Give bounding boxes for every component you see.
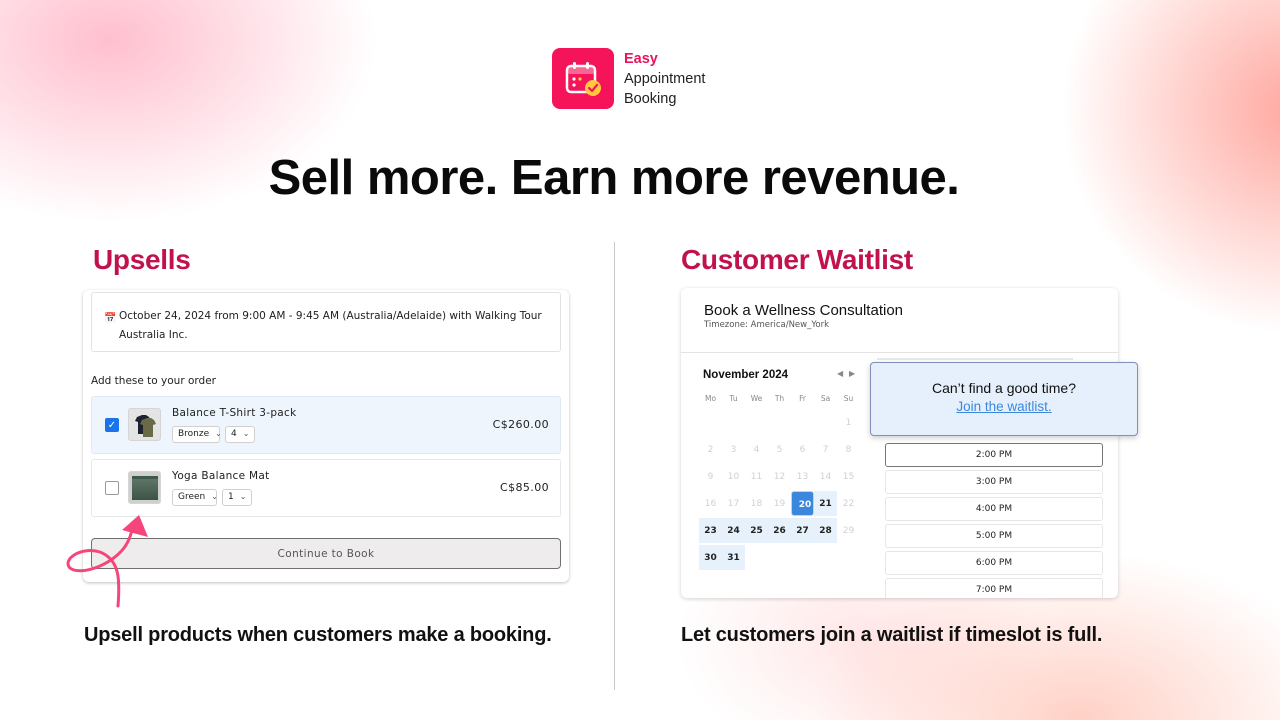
join-waitlist-link[interactable]: Join the waitlist. bbox=[956, 399, 1051, 414]
calendar-day[interactable]: 30 bbox=[699, 545, 722, 570]
calendar-day: 1 bbox=[845, 417, 852, 428]
timezone-label: Timezone: America/New_York bbox=[704, 320, 830, 330]
calendar-day: 9 bbox=[707, 471, 714, 482]
weekday-label: Tu bbox=[729, 394, 738, 403]
time-slot[interactable]: 5:00 PM bbox=[885, 524, 1103, 548]
calendar-day: 7 bbox=[822, 444, 829, 455]
continue-to-book-button[interactable]: Continue to Book bbox=[91, 538, 561, 569]
chevron-down-icon: ⌄ bbox=[242, 429, 250, 438]
quantity-select[interactable]: 1 ⌄ bbox=[222, 489, 252, 506]
weekday-label: We bbox=[750, 394, 763, 403]
upsell-item-checkbox[interactable]: ✓ bbox=[105, 418, 119, 432]
calendar-day: 17 bbox=[727, 498, 740, 509]
slots-divider bbox=[877, 358, 1073, 360]
calendar-day: 11 bbox=[750, 471, 763, 482]
weekday-label: Sa bbox=[820, 394, 831, 403]
weekday-label: Th bbox=[774, 394, 785, 403]
calendar-day[interactable]: 24 bbox=[722, 518, 745, 543]
calendar-day: 13 bbox=[796, 471, 809, 482]
calendar-icon: 📅 bbox=[104, 313, 117, 324]
calendar-day: 2 bbox=[707, 444, 714, 455]
calendar-day[interactable]: 26 bbox=[768, 518, 791, 543]
next-month-icon[interactable]: ▶ bbox=[849, 369, 855, 378]
brand-logo: Easy Appointment Booking bbox=[552, 48, 705, 109]
calendar-day: 4 bbox=[753, 444, 760, 455]
time-slot[interactable]: 7:00 PM bbox=[885, 578, 1103, 598]
waitlist-caption: Let customers join a waitlist if timeslo… bbox=[681, 624, 1103, 646]
weekday-label: Fr bbox=[799, 394, 806, 403]
calendar-day: 29 bbox=[842, 525, 855, 536]
calendar-day: 3 bbox=[730, 444, 737, 455]
upsell-item-name: Yoga Balance Mat bbox=[172, 470, 270, 482]
waitlist-title: Customer Waitlist bbox=[681, 244, 913, 275]
calendar-day[interactable]: 27 bbox=[791, 518, 814, 543]
calendar-day: 8 bbox=[845, 444, 852, 455]
quantity-select[interactable]: 4 ⌄ bbox=[225, 426, 255, 443]
brand-name-appointment: Appointment bbox=[624, 71, 706, 87]
calendar-day: 12 bbox=[773, 471, 786, 482]
time-slot[interactable]: 2:00 PM bbox=[885, 443, 1103, 467]
upsell-item-name: Balance T-Shirt 3-pack bbox=[172, 407, 297, 419]
pointer-arrow-icon bbox=[60, 510, 160, 614]
upsell-item[interactable]: ✓ Balance T-Shirt 3-pack Bronze ⌄ 4 ⌄ C$26… bbox=[91, 396, 561, 454]
upsell-item[interactable]: Yoga Balance Mat Green ⌄ 1 ⌄ C$85.00 bbox=[91, 459, 561, 517]
page-headline: Sell more. Earn more revenue. bbox=[268, 151, 960, 205]
quantity-value: 4 bbox=[231, 429, 237, 439]
waitlist-popup: Can’t find a good time? Join the waitlis… bbox=[870, 362, 1138, 436]
calendar-check-icon bbox=[552, 48, 614, 109]
calendar-day: 16 bbox=[704, 498, 717, 509]
header-divider bbox=[681, 352, 1118, 353]
chevron-down-icon: ⌄ bbox=[239, 492, 247, 501]
calendar-day: 10 bbox=[727, 471, 740, 482]
calendar-day[interactable]: 25 bbox=[745, 518, 768, 543]
variant-value: Green bbox=[178, 492, 206, 502]
time-slot[interactable]: 6:00 PM bbox=[885, 551, 1103, 575]
calendar-day: 22 bbox=[842, 498, 855, 509]
form-title: Book a Wellness Consultation bbox=[704, 302, 903, 319]
calendar-day[interactable]: 28 bbox=[814, 518, 837, 543]
prev-month-icon[interactable]: ◀ bbox=[837, 369, 843, 378]
upsells-title: Upsells bbox=[93, 244, 191, 275]
tshirt-thumbnail bbox=[128, 408, 161, 441]
calendar-day: 6 bbox=[799, 444, 806, 455]
chevron-down-icon: ⌄ bbox=[215, 429, 222, 438]
variant-select[interactable]: Green ⌄ bbox=[172, 489, 218, 506]
brand-name-booking: Booking bbox=[624, 91, 677, 107]
upsell-item-price: C$260.00 bbox=[492, 418, 549, 431]
weekday-label: Mo bbox=[704, 394, 717, 403]
booking-summary-line1: October 24, 2024 from 9:00 AM - 9:45 AM … bbox=[119, 310, 542, 322]
calendar-day: 5 bbox=[776, 444, 783, 455]
add-to-order-label: Add these to your order bbox=[91, 375, 216, 387]
yoga-mat-thumbnail bbox=[128, 471, 161, 504]
quantity-value: 1 bbox=[228, 492, 234, 502]
calendar-month: November 2024 bbox=[703, 369, 789, 381]
calendar-day: 18 bbox=[750, 498, 763, 509]
calendar-day[interactable]: 21 bbox=[814, 491, 837, 516]
calendar-day[interactable]: 23 bbox=[699, 518, 722, 543]
weekday-label: Su bbox=[843, 394, 854, 403]
time-slot[interactable]: 4:00 PM bbox=[885, 497, 1103, 521]
time-slot[interactable]: 3:00 PM bbox=[885, 470, 1103, 494]
section-divider bbox=[614, 242, 615, 690]
variant-value: Bronze bbox=[178, 429, 210, 439]
booking-widget: Book a Wellness Consultation Timezone: A… bbox=[681, 288, 1118, 598]
waitlist-question: Can’t find a good time? bbox=[932, 380, 1076, 396]
chevron-down-icon: ⌄ bbox=[211, 492, 218, 501]
brand-name-easy: Easy bbox=[624, 51, 658, 67]
upsell-item-checkbox[interactable] bbox=[105, 481, 119, 495]
calendar-day: 19 bbox=[773, 498, 786, 509]
booking-summary: 📅 October 24, 2024 from 9:00 AM - 9:45 A… bbox=[91, 292, 561, 352]
calendar-day[interactable]: 31 bbox=[722, 545, 745, 570]
upsells-caption: Upsell products when customers make a bo… bbox=[84, 624, 552, 646]
calendar-day[interactable]: 20 bbox=[791, 491, 814, 516]
calendar-day: 15 bbox=[842, 471, 855, 482]
calendar-day: 14 bbox=[819, 471, 832, 482]
upsell-item-price: C$85.00 bbox=[500, 481, 549, 494]
variant-select[interactable]: Bronze ⌄ bbox=[172, 426, 222, 443]
booking-summary-line2: Australia Inc. bbox=[119, 329, 188, 341]
